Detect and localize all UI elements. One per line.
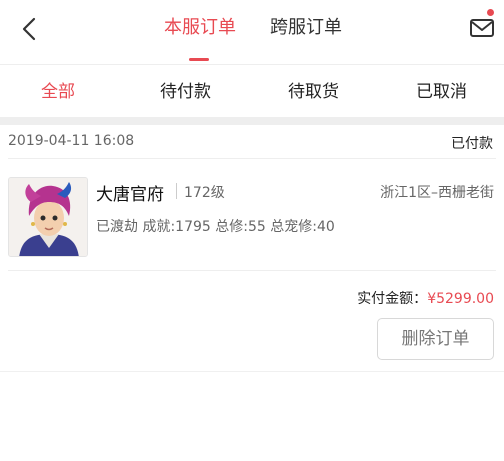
order-status: 已付款: [451, 136, 493, 152]
top-nav: 本服订单 跨服订单: [0, 0, 504, 62]
paid-amount: 实付金额：¥5299.00: [357, 288, 494, 308]
filter-all[interactable]: 全部: [41, 80, 75, 104]
character-stats: 已渡劫 成就:1795 总修:55 总宠修:40: [96, 219, 335, 235]
filter-pending-payment[interactable]: 待付款: [160, 80, 211, 104]
filter-pending-pickup[interactable]: 待取货: [288, 80, 339, 104]
separator: [176, 183, 177, 199]
section-gap: [0, 117, 504, 125]
tab-local-orders[interactable]: 本服订单: [164, 16, 236, 40]
divider: [8, 158, 496, 159]
tab-cross-server-orders[interactable]: 跨服订单: [270, 16, 342, 40]
order-header: 2019-04-11 16:08 已付款: [0, 125, 504, 159]
paid-amount-label: 实付金额：: [357, 291, 428, 307]
tab-active-indicator: [189, 58, 209, 61]
divider: [8, 270, 496, 271]
character-portrait-image: [9, 178, 87, 256]
character-school: 大唐官府: [96, 185, 164, 205]
notification-dot: [487, 9, 494, 16]
filter-cancelled[interactable]: 已取消: [416, 80, 467, 104]
order-date: 2019-04-11 16:08: [8, 133, 135, 149]
status-filter-bar: 全部 待付款 待取货 已取消: [0, 65, 504, 119]
chevron-left-icon[interactable]: [16, 15, 44, 43]
divider: [0, 371, 504, 372]
server-region: 浙江1区–西栅老街: [380, 185, 494, 201]
character-level: 172级: [184, 185, 225, 201]
character-avatar[interactable]: [8, 177, 88, 257]
mail-icon[interactable]: [468, 14, 496, 42]
paid-amount-value: ¥5299.00: [427, 291, 494, 307]
delete-order-button[interactable]: 删除订单: [377, 318, 494, 360]
